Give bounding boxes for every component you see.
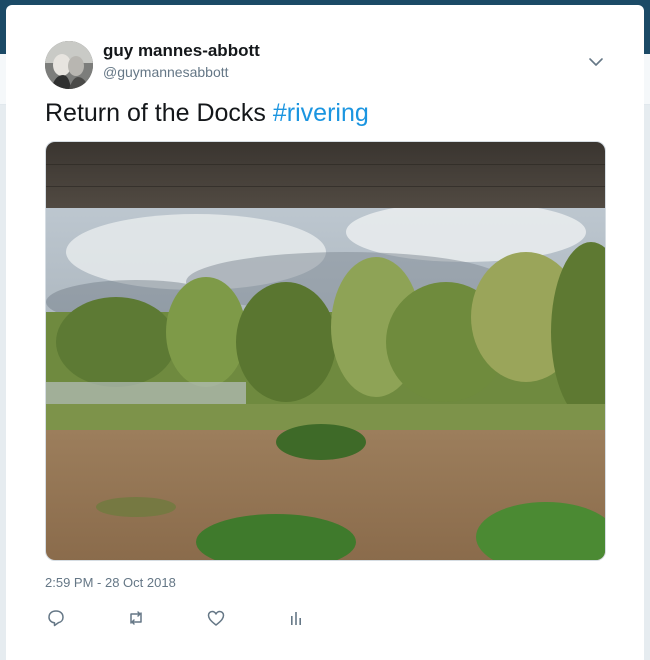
tweet-text: Return of the Docks #rivering (45, 99, 369, 128)
tweet-card: guy mannes-abbott @guymannesabbott Retur… (6, 5, 644, 660)
tweet-text-body: Return of the Docks (45, 99, 273, 127)
retweet-icon[interactable] (125, 607, 149, 631)
author-handle[interactable]: @guymannesabbott (103, 64, 229, 80)
reply-icon[interactable] (45, 607, 69, 631)
tweet-photo[interactable] (45, 141, 606, 561)
analytics-icon[interactable] (285, 607, 309, 631)
author-name[interactable]: guy mannes-abbott (103, 41, 260, 61)
tweet-timestamp[interactable]: 2:59 PM - 28 Oct 2018 (45, 575, 176, 590)
avatar[interactable] (45, 41, 93, 89)
hashtag-link[interactable]: #rivering (273, 99, 369, 127)
chevron-down-icon[interactable] (586, 52, 606, 72)
tweet-actions (45, 607, 325, 631)
heart-icon[interactable] (205, 607, 229, 631)
